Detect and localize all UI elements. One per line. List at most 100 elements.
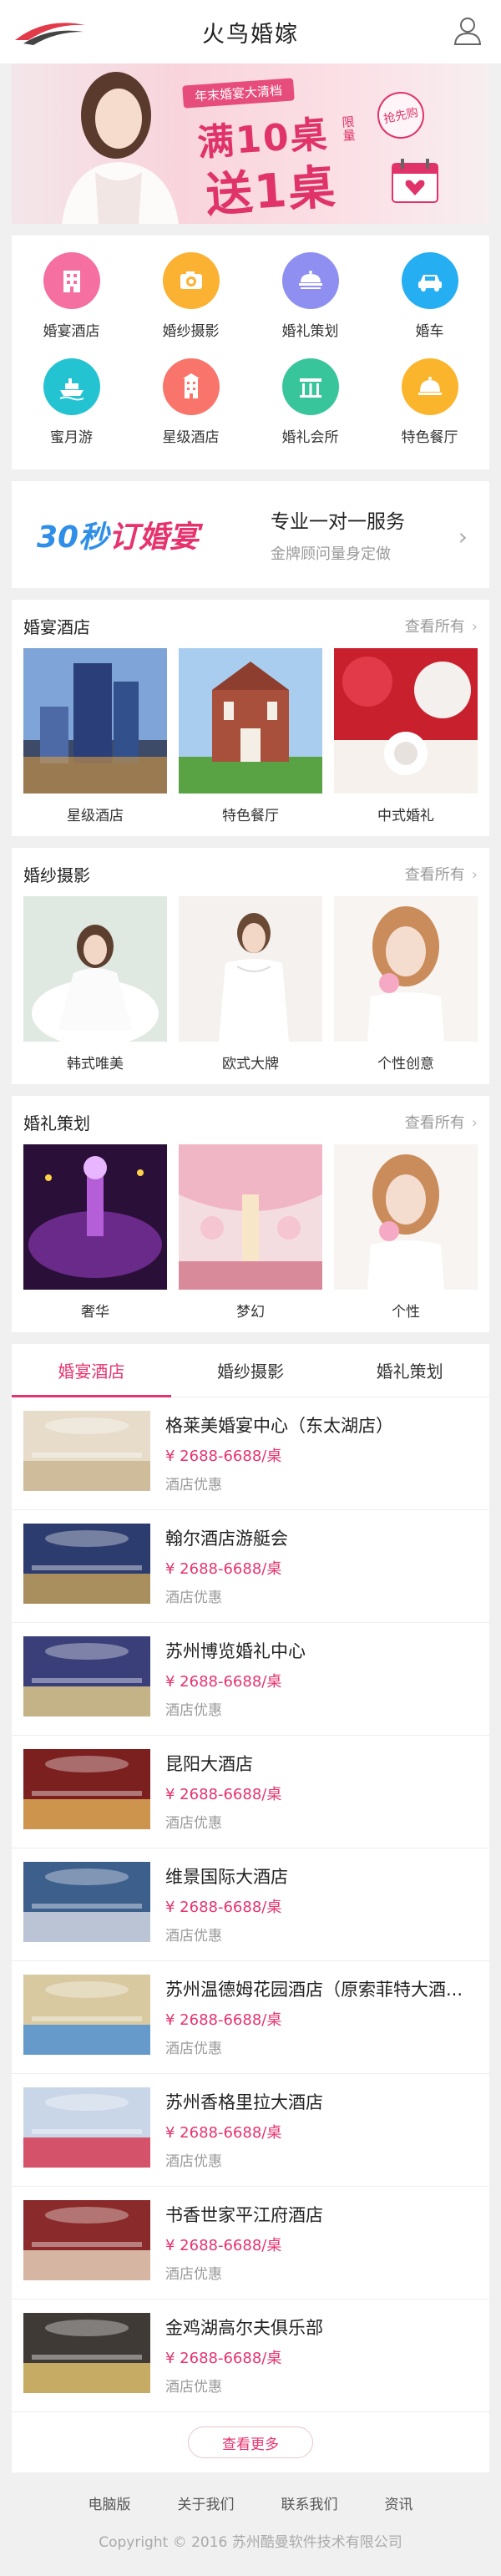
gallery-caption: 个性 bbox=[392, 1304, 420, 1321]
view-all-link[interactable]: 查看所有 › bbox=[405, 615, 478, 636]
chevron-right-icon: › bbox=[471, 866, 478, 884]
list-item[interactable]: 昆阳大酒店 ¥ 2688-6688/桌 酒店优惠 bbox=[12, 1736, 489, 1848]
gallery-title: 婚礼策划 bbox=[23, 1113, 90, 1133]
banner-stamp: 抢先购 bbox=[372, 87, 429, 144]
tab-item[interactable]: 婚纱摄影 bbox=[171, 1344, 331, 1397]
view-all-link[interactable]: 查看所有 › bbox=[405, 863, 478, 885]
copyright-text: Copyright © 2016 苏州酷曼软件技术有限公司 bbox=[99, 2534, 402, 2551]
category-item[interactable]: 婚礼会所 bbox=[250, 358, 370, 446]
hotel-tag: 酒店优惠 bbox=[165, 2041, 222, 2057]
service-title: 专业一对一服务 bbox=[271, 511, 405, 533]
gallery-caption: 星级酒店 bbox=[67, 808, 124, 824]
hotel-name: 格莱美婚宴中心（东太湖店） bbox=[165, 1416, 393, 1436]
hotel-price: ¥ 2688-6688/桌 bbox=[165, 1899, 282, 1916]
hotel-price: ¥ 2688-6688/桌 bbox=[165, 1448, 282, 1465]
gallery-caption: 特色餐厅 bbox=[222, 808, 279, 824]
hotel-price: ¥ 2688-6688/桌 bbox=[165, 1560, 282, 1578]
footer-link[interactable]: 资讯 bbox=[385, 2492, 413, 2513]
gallery-item[interactable]: 个性 bbox=[334, 1144, 478, 1321]
hotel-thumbnail bbox=[23, 1411, 150, 1491]
hotel-price: ¥ 2688-6688/桌 bbox=[165, 2124, 282, 2142]
load-more-button[interactable]: 查看更多 bbox=[188, 2426, 313, 2458]
gallery-image bbox=[179, 1144, 322, 1290]
gallery-image bbox=[334, 648, 478, 794]
hotel-list: 格莱美婚宴中心（东太湖店） ¥ 2688-6688/桌 酒店优惠 翰尔酒店游艇会 ¥ 2… bbox=[12, 1397, 489, 2412]
category-item[interactable]: 蜜月游 bbox=[12, 358, 131, 446]
category-item[interactable]: 星级酒店 bbox=[131, 358, 250, 446]
footer-link[interactable]: 联系我们 bbox=[281, 2492, 338, 2513]
hotel-price: ¥ 2688-6688/桌 bbox=[165, 2011, 282, 2029]
category-label: 婚礼会所 bbox=[281, 429, 339, 446]
gallery-image bbox=[334, 1144, 478, 1290]
hotel-tag: 酒店优惠 bbox=[165, 2266, 222, 2283]
list-item[interactable]: 维景国际大酒店 ¥ 2688-6688/桌 酒店优惠 bbox=[12, 1848, 489, 1961]
service-subtitle: 金牌顾问量身定做 bbox=[271, 545, 391, 563]
gallery-item[interactable]: 韩式唯美 bbox=[23, 896, 167, 1072]
gallery-caption: 韩式唯美 bbox=[67, 1056, 124, 1072]
promo-banner[interactable]: 年末婚宴大清档 满10桌 限量 送1桌 抢先购 bbox=[12, 63, 489, 224]
gallery-item[interactable]: 中式婚礼 bbox=[334, 648, 478, 824]
list-item[interactable]: 苏州博览婚礼中心 ¥ 2688-6688/桌 酒店优惠 bbox=[12, 1623, 489, 1736]
list-item[interactable]: 苏州温德姆花园酒店（原索菲特大酒... ¥ 2688-6688/桌 酒店优惠 bbox=[12, 1961, 489, 2074]
gallery-item[interactable]: 奢华 bbox=[23, 1144, 167, 1321]
tab-item[interactable]: 婚礼策划 bbox=[330, 1344, 489, 1397]
list-item[interactable]: 苏州香格里拉大酒店 ¥ 2688-6688/桌 酒店优惠 bbox=[12, 2074, 489, 2187]
hotel-thumbnail bbox=[23, 2200, 150, 2280]
chevron-right-icon: › bbox=[471, 1114, 478, 1132]
calendar-icon bbox=[392, 159, 438, 203]
footer-link[interactable]: 电脑版 bbox=[89, 2492, 131, 2513]
dining-icon bbox=[401, 358, 458, 415]
gallery-caption: 梦幻 bbox=[236, 1304, 265, 1321]
hotel-tag: 酒店优惠 bbox=[165, 2379, 222, 2396]
hotel-thumbnail bbox=[23, 2313, 150, 2393]
category-item[interactable]: 婚宴酒店 bbox=[12, 252, 131, 340]
hotel-thumbnail bbox=[23, 1862, 150, 1942]
list-item[interactable]: 翰尔酒店游艇会 ¥ 2688-6688/桌 酒店优惠 bbox=[12, 1510, 489, 1623]
gallery-caption: 个性创意 bbox=[377, 1056, 434, 1072]
category-label: 蜜月游 bbox=[50, 429, 93, 446]
gallery-image bbox=[334, 896, 478, 1042]
gallery-item[interactable]: 星级酒店 bbox=[23, 648, 167, 824]
gallery-item[interactable]: 个性创意 bbox=[334, 896, 478, 1072]
gallery-section: 婚纱摄影 查看所有 › 韩式唯美 欧式大牌 个性创意 bbox=[12, 848, 489, 1084]
hotel-thumbnail bbox=[23, 1524, 150, 1604]
category-label: 特色餐厅 bbox=[401, 429, 458, 446]
gallery-image bbox=[179, 896, 322, 1042]
hotel-name: 维景国际大酒店 bbox=[165, 1867, 288, 1887]
gallery-image bbox=[179, 648, 322, 794]
gallery-item[interactable]: 特色餐厅 bbox=[179, 648, 322, 824]
quick-book-card[interactable]: 30秒订婚宴 专业一对一服务 金牌顾问量身定做 › bbox=[12, 481, 489, 588]
view-all-link[interactable]: 查看所有 › bbox=[405, 1111, 478, 1133]
hotel-name: 苏州博览婚礼中心 bbox=[165, 1641, 306, 1661]
footer-link[interactable]: 关于我们 bbox=[178, 2492, 235, 2513]
category-item[interactable]: 婚礼策划 bbox=[250, 252, 370, 340]
category-item[interactable]: 婚纱摄影 bbox=[131, 252, 250, 340]
user-icon[interactable] bbox=[451, 13, 484, 47]
list-item[interactable]: 格莱美婚宴中心（东太湖店） ¥ 2688-6688/桌 酒店优惠 bbox=[12, 1397, 489, 1510]
banner-limit: 限量 bbox=[341, 114, 357, 144]
app-header: 火鸟婚嫁 bbox=[0, 0, 501, 63]
category-label: 婚纱摄影 bbox=[162, 323, 220, 340]
slogan-part-a: 30秒 bbox=[37, 520, 109, 555]
gallery-item[interactable]: 欧式大牌 bbox=[179, 896, 322, 1072]
category-label: 婚车 bbox=[415, 323, 444, 340]
list-item[interactable]: 书香世家平江府酒店 ¥ 2688-6688/桌 酒店优惠 bbox=[12, 2187, 489, 2300]
view-all-label: 查看所有 bbox=[404, 618, 465, 636]
gallery-section: 婚宴酒店 查看所有 › 星级酒店 特色餐厅 中式婚礼 bbox=[12, 600, 489, 836]
tab-item[interactable]: 婚宴酒店 bbox=[12, 1344, 171, 1397]
car-icon bbox=[401, 252, 458, 309]
gallery-image bbox=[23, 648, 167, 794]
gallery-title: 婚纱摄影 bbox=[23, 865, 90, 885]
view-all-label: 查看所有 bbox=[404, 866, 465, 884]
hotel-thumbnail bbox=[23, 1636, 150, 1716]
gallery-item[interactable]: 梦幻 bbox=[179, 1144, 322, 1321]
list-item[interactable]: 金鸡湖高尔夫俱乐部 ¥ 2688-6688/桌 酒店优惠 bbox=[12, 2300, 489, 2412]
logo-icon[interactable] bbox=[12, 15, 89, 48]
category-item[interactable]: 特色餐厅 bbox=[370, 358, 489, 446]
gallery-image bbox=[23, 896, 167, 1042]
category-item[interactable]: 婚车 bbox=[370, 252, 489, 340]
chevron-right-icon: › bbox=[471, 618, 478, 636]
chevron-right-icon: › bbox=[458, 523, 468, 550]
more-wrap: 查看更多 bbox=[12, 2412, 489, 2472]
hotel-name: 金鸡湖高尔夫俱乐部 bbox=[165, 2318, 323, 2338]
